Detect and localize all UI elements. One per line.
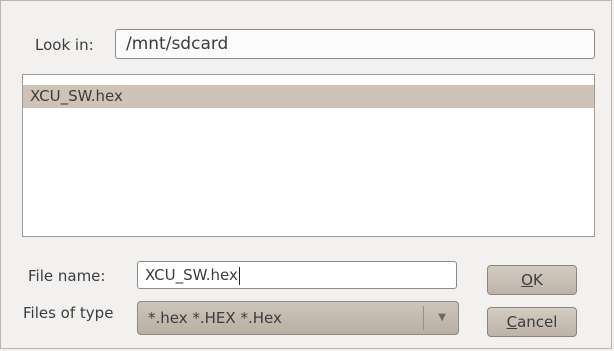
file-name-label: File name: <box>28 267 106 285</box>
file-list-item[interactable]: XCU_SW.hex <box>23 85 594 108</box>
combo-separator <box>423 306 424 330</box>
ok-mnemonic: O <box>521 271 533 289</box>
files-of-type-select[interactable]: *.hex *.HEX *.Hex ▼ <box>137 301 459 335</box>
file-open-dialog: Look in: /mnt/sdcard XCU_SW.hex File nam… <box>0 0 612 349</box>
cancel-label-rest: ancel <box>517 313 558 331</box>
ok-button[interactable]: OK <box>487 265 577 295</box>
look-in-label: Look in: <box>35 36 94 54</box>
ok-label-rest: K <box>532 271 543 289</box>
look-in-path-field[interactable]: /mnt/sdcard <box>115 29 595 59</box>
text-caret <box>238 266 240 285</box>
file-name-value: XCU_SW.hex <box>145 266 238 284</box>
file-list[interactable]: XCU_SW.hex <box>22 74 595 237</box>
chevron-down-icon[interactable]: ▼ <box>438 302 446 334</box>
cancel-mnemonic: C <box>506 313 518 331</box>
files-of-type-label: Files of type <box>23 304 114 322</box>
files-of-type-value: *.hex *.HEX *.Hex <box>148 309 282 327</box>
cancel-button[interactable]: Cancel <box>487 307 577 337</box>
file-name-input[interactable]: XCU_SW.hex <box>137 261 457 289</box>
